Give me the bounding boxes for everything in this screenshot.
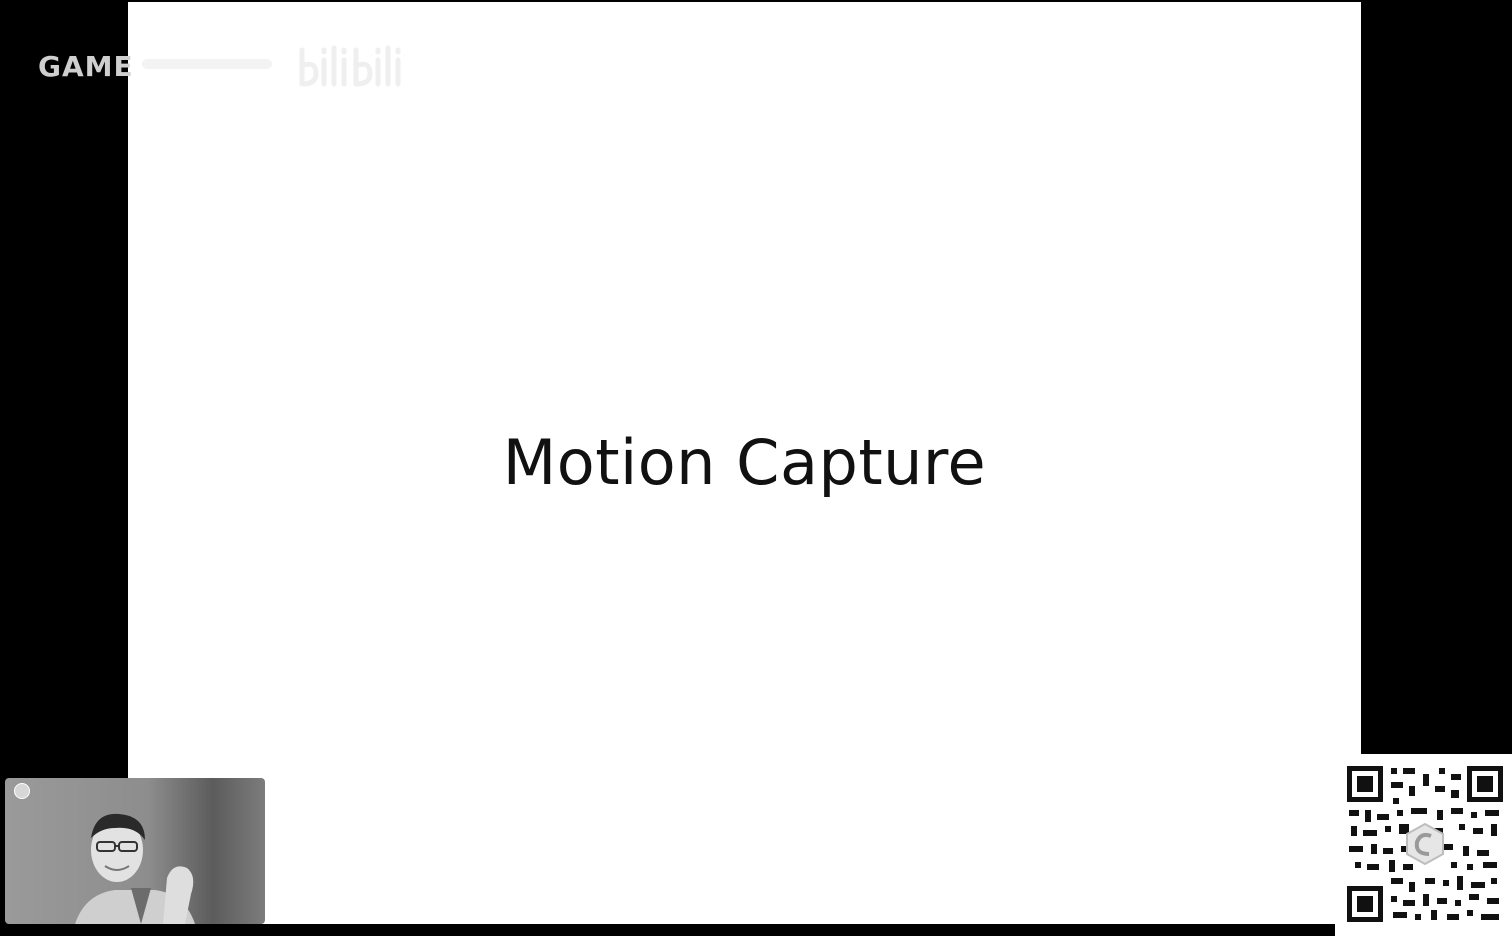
webcam-overlay: [5, 778, 265, 924]
camera-indicator-icon: [14, 783, 30, 799]
qr-code-panel: [1335, 754, 1512, 936]
qr-code-icon: [1347, 766, 1503, 922]
video-frame: Motion Capture GAME: [0, 0, 1512, 936]
watermark-text: GAME: [38, 49, 134, 83]
bottom-bar: [0, 924, 1512, 936]
presenter-video-image: [75, 813, 195, 924]
watermark-faded-text: [140, 49, 280, 83]
slide-title: Motion Capture: [502, 426, 987, 499]
channel-watermark: GAME: [38, 40, 414, 92]
bilibili-logo-icon: [299, 45, 401, 87]
presentation-slide: Motion Capture: [128, 2, 1361, 924]
